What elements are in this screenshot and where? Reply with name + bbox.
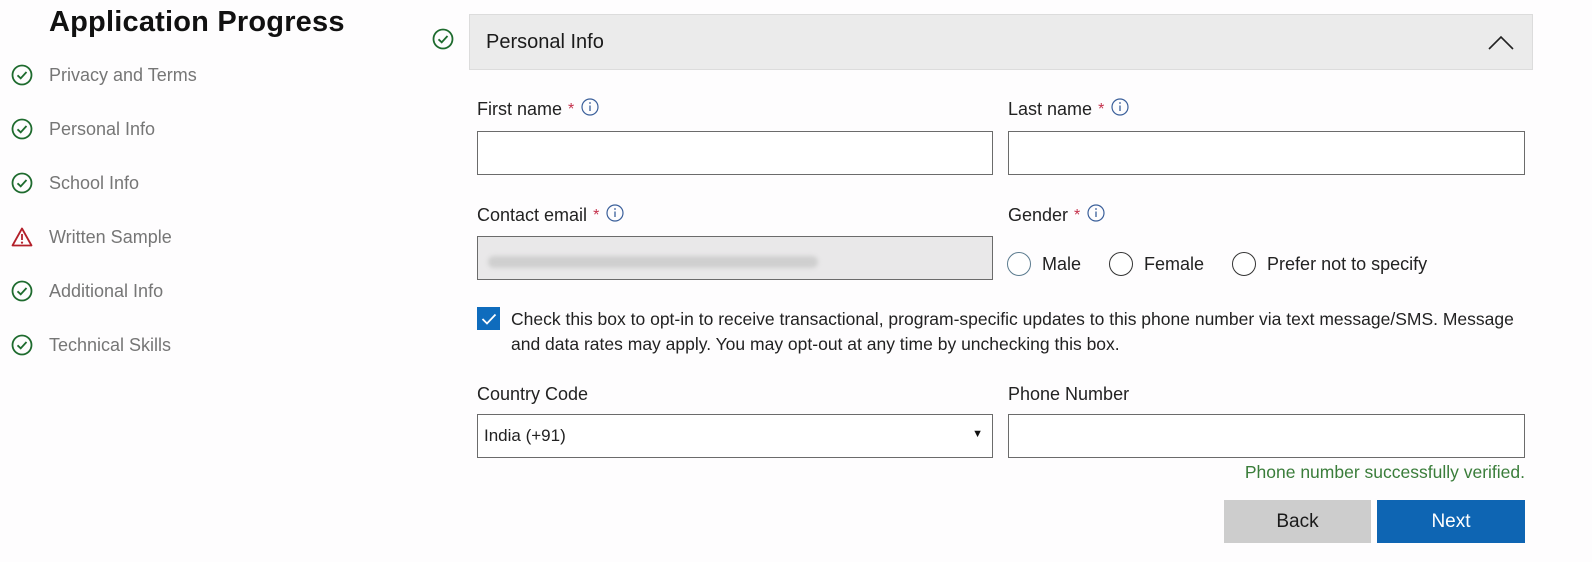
- sidebar-step-label: Privacy and Terms: [49, 64, 197, 85]
- info-icon[interactable]: [1111, 97, 1129, 116]
- check-circle-icon: [10, 117, 34, 141]
- gender-radio-prefer-not-to-specify[interactable]: Prefer not to specify: [1232, 252, 1427, 276]
- chevron-up-icon[interactable]: [1486, 29, 1516, 55]
- gender-radio-group: Male Female Prefer not to specify: [1007, 250, 1455, 278]
- sidebar-step-label: Technical Skills: [49, 334, 172, 355]
- first-name-label: First name *: [477, 97, 599, 120]
- radio-circle[interactable]: [1232, 252, 1257, 276]
- application-progress-sidebar: Application Progress Privacy and Terms P…: [0, 0, 420, 562]
- sidebar-step-label: Personal Info: [49, 118, 156, 139]
- phone-number-label-text: Phone Number: [1008, 384, 1130, 404]
- check-circle-icon: [10, 63, 34, 87]
- sidebar-step-school-info[interactable]: School Info: [10, 168, 139, 198]
- contact-email-input: [477, 236, 993, 280]
- gender-radio-female[interactable]: Female: [1109, 252, 1204, 276]
- info-icon[interactable]: [1087, 203, 1105, 222]
- last-name-input[interactable]: [1008, 131, 1525, 175]
- radio-label: Male: [1042, 253, 1082, 274]
- sidebar-step-label: Additional Info: [49, 280, 164, 301]
- sidebar-step-additional-info[interactable]: Additional Info: [10, 276, 163, 306]
- first-name-label-text: First name: [477, 99, 563, 119]
- required-asterisk: *: [1098, 100, 1105, 118]
- phone-number-label: Phone Number: [1008, 384, 1129, 405]
- phone-verified-message: Phone number successfully verified.: [1244, 462, 1525, 482]
- section-title: Personal Info: [486, 30, 604, 53]
- sidebar-step-privacy-and-terms[interactable]: Privacy and Terms: [10, 60, 197, 90]
- radio-label: Female: [1144, 253, 1205, 274]
- check-circle-icon: [10, 333, 34, 357]
- personal-info-section-header[interactable]: Personal Info: [469, 14, 1533, 70]
- sidebar-step-personal-info[interactable]: Personal Info: [10, 114, 155, 144]
- section-complete-check-icon: [432, 28, 456, 52]
- warning-triangle-icon: [10, 225, 34, 249]
- next-button[interactable]: Next: [1377, 500, 1525, 543]
- gender-radio-male[interactable]: Male: [1007, 252, 1081, 276]
- gender-label-text: Gender: [1008, 205, 1069, 225]
- redacted-email-value: [488, 256, 818, 268]
- dropdown-arrow-icon: ▼: [972, 428, 983, 440]
- sidebar-step-written-sample[interactable]: Written Sample: [10, 222, 172, 252]
- first-name-input[interactable]: [477, 131, 993, 175]
- back-button[interactable]: Back: [1224, 500, 1371, 543]
- radio-circle[interactable]: [1109, 252, 1134, 276]
- sidebar-title: Application Progress: [49, 6, 345, 38]
- country-code-label: Country Code: [477, 384, 588, 405]
- country-code-select[interactable]: India (+91) ▼: [477, 414, 993, 458]
- sms-opt-in-text: Check this box to opt-in to receive tran…: [511, 309, 1514, 354]
- country-code-value: India (+91): [484, 426, 566, 445]
- info-icon[interactable]: [581, 97, 599, 116]
- check-circle-icon: [10, 279, 34, 303]
- sidebar-step-technical-skills[interactable]: Technical Skills: [10, 330, 171, 360]
- sms-opt-in-checkbox[interactable]: [477, 307, 500, 330]
- check-circle-icon: [10, 171, 34, 195]
- sidebar-step-label: School Info: [49, 172, 140, 193]
- contact-email-label-text: Contact email: [477, 205, 588, 225]
- last-name-label: Last name *: [1008, 97, 1129, 120]
- phone-number-input[interactable]: [1008, 414, 1525, 458]
- radio-circle[interactable]: [1007, 252, 1031, 276]
- contact-email-label: Contact email *: [477, 203, 624, 226]
- info-icon[interactable]: [606, 203, 624, 222]
- required-asterisk: *: [568, 100, 575, 118]
- radio-label: Prefer not to specify: [1267, 253, 1428, 274]
- checkmark-icon: [481, 313, 496, 325]
- gender-label: Gender *: [1008, 203, 1105, 226]
- required-asterisk: *: [1074, 206, 1081, 224]
- sidebar-step-label: Written Sample: [49, 226, 172, 247]
- required-asterisk: *: [593, 206, 600, 224]
- last-name-label-text: Last name: [1008, 99, 1093, 119]
- country-code-label-text: Country Code: [477, 384, 589, 404]
